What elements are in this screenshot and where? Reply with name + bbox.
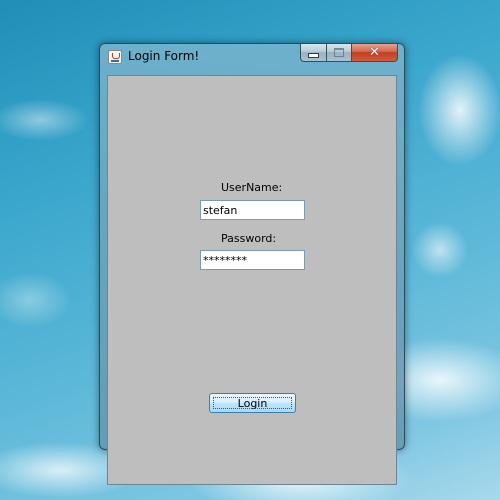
- minimize-icon: [308, 53, 319, 58]
- window-title: Login Form!: [128, 49, 200, 63]
- java-icon[interactable]: [108, 50, 122, 64]
- login-window: Login Form! ✕ UserName: Password: Login: [99, 43, 405, 485]
- maximize-icon: [334, 48, 344, 57]
- login-button[interactable]: Login: [209, 393, 296, 413]
- minimize-button[interactable]: [300, 44, 327, 62]
- login-button-label: Login: [237, 396, 268, 410]
- password-field[interactable]: [200, 250, 305, 270]
- close-button[interactable]: ✕: [352, 44, 398, 62]
- caption-buttons: ✕: [300, 44, 398, 63]
- username-label: UserName:: [221, 181, 283, 194]
- close-icon: ✕: [369, 45, 380, 60]
- password-label: Password:: [221, 232, 277, 245]
- username-field[interactable]: [200, 200, 305, 220]
- title-bar[interactable]: Login Form! ✕: [100, 44, 404, 71]
- maximize-button: [327, 44, 352, 62]
- form-panel: UserName: Password: Login: [107, 75, 397, 485]
